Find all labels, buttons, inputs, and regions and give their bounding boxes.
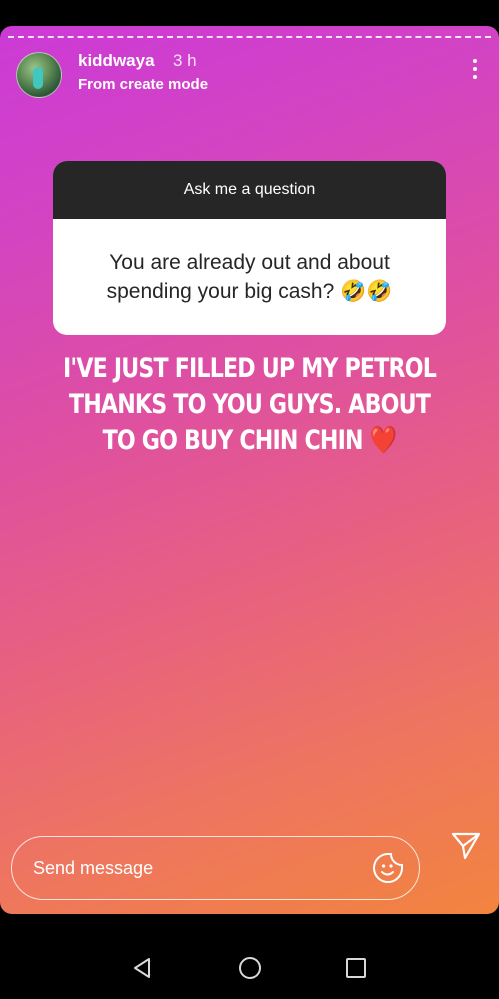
recent-square-icon[interactable] xyxy=(344,956,368,980)
story-progress-bar xyxy=(8,36,491,38)
story-header: kiddwaya 3 h From create mode xyxy=(16,50,483,100)
send-icon[interactable] xyxy=(450,829,482,861)
question-sticker-answer: You are already out and about spending y… xyxy=(106,251,393,303)
story-caption: I'VE JUST FILLED UP MY PETROL THANKS TO … xyxy=(62,353,437,456)
question-sticker-header: Ask me a question xyxy=(53,161,446,219)
screen: kiddwaya 3 h From create mode Ask me a q… xyxy=(0,0,499,999)
story-viewer[interactable]: kiddwaya 3 h From create mode Ask me a q… xyxy=(0,26,499,914)
send-message-placeholder[interactable]: Send message xyxy=(33,858,153,879)
sticker-smile-icon[interactable] xyxy=(371,851,405,885)
post-time: 3 h xyxy=(173,51,197,70)
system-nav-bar xyxy=(0,930,499,999)
story-subtitle[interactable]: From create mode xyxy=(78,76,208,93)
home-circle-icon[interactable] xyxy=(238,956,262,980)
send-message-field[interactable]: Send message xyxy=(11,836,420,900)
back-triangle-icon[interactable] xyxy=(130,956,154,980)
more-options-button[interactable] xyxy=(463,54,487,84)
more-vertical-icon xyxy=(473,67,477,71)
username[interactable]: kiddwaya xyxy=(78,51,155,71)
question-sticker: Ask me a question You are already out an… xyxy=(53,161,446,335)
avatar[interactable] xyxy=(16,52,62,98)
more-vertical-icon xyxy=(473,75,477,79)
more-vertical-icon xyxy=(473,59,477,63)
